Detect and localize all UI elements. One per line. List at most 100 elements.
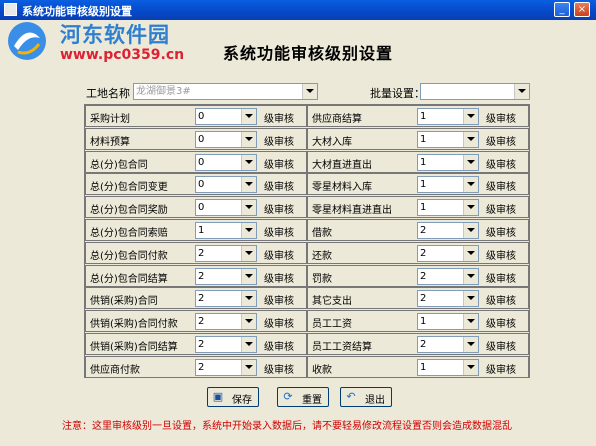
audit-item-name: 大材直进直出 <box>312 159 372 171</box>
audit-row: 大材入库 1 级审核 <box>307 127 529 150</box>
title-bar[interactable]: 系统功能审核级别设置 _ × <box>0 0 596 20</box>
audit-row: 总(分)包合同变更 0 级审核 <box>85 173 307 196</box>
refresh-icon: ⟳ <box>283 390 293 403</box>
audit-level-select[interactable]: 1 <box>195 222 257 239</box>
audit-level-select[interactable]: 2 <box>195 358 257 376</box>
window-title: 系统功能审核级别设置 <box>22 5 132 18</box>
chevron-down-icon[interactable] <box>241 200 256 216</box>
audit-level-select[interactable]: 1 <box>417 108 479 125</box>
chevron-down-icon[interactable] <box>241 177 256 193</box>
audit-row: 其它支出 2 级审核 <box>307 287 529 310</box>
audit-row: 大材直进直出 1 级审核 <box>307 150 529 173</box>
audit-level-value: 2 <box>198 316 205 328</box>
chevron-down-icon[interactable] <box>463 314 478 330</box>
audit-level-select[interactable]: 0 <box>195 108 257 125</box>
audit-row: 采购计划 0 级审核 <box>85 105 307 127</box>
chevron-down-icon[interactable] <box>241 268 256 284</box>
audit-level-select[interactable]: 2 <box>195 336 257 353</box>
audit-row: 还款 2 级审核 <box>307 241 529 264</box>
audit-unit-label: 级审核 <box>486 319 516 331</box>
audit-level-value: 0 <box>198 156 205 168</box>
exit-button[interactable]: ↶ 退出 <box>340 387 392 407</box>
audit-level-select[interactable]: 2 <box>195 290 257 308</box>
chevron-down-icon[interactable] <box>463 109 478 124</box>
audit-level-select[interactable]: 1 <box>417 358 479 376</box>
audit-row: 总(分)包合同付款 2 级审核 <box>85 241 307 264</box>
minimize-button[interactable]: _ <box>554 2 570 17</box>
chevron-down-icon[interactable] <box>241 337 256 352</box>
chevron-down-icon[interactable] <box>463 245 478 261</box>
audit-item-name: 总(分)包合同奖励 <box>90 205 168 217</box>
audit-level-select[interactable]: 0 <box>195 199 257 217</box>
exit-button-label: 退出 <box>365 395 385 406</box>
close-button[interactable]: × <box>574 2 590 17</box>
audit-level-value: 0 <box>198 111 205 122</box>
chevron-down-icon[interactable] <box>463 131 478 147</box>
app-icon <box>4 3 17 16</box>
audit-level-select[interactable]: 0 <box>195 176 257 194</box>
chevron-down-icon[interactable] <box>241 131 256 147</box>
chevron-down-icon[interactable] <box>241 314 256 330</box>
audit-row: 员工工资结算 2 级审核 <box>307 333 529 355</box>
chevron-down-icon[interactable] <box>463 359 478 375</box>
audit-unit-label: 级审核 <box>486 250 516 262</box>
chevron-down-icon[interactable] <box>463 154 478 170</box>
audit-row: 借款 2 级审核 <box>307 219 529 241</box>
chevron-down-icon[interactable] <box>241 154 256 170</box>
audit-level-select[interactable]: 2 <box>417 222 479 239</box>
audit-item-name: 零星材料直进直出 <box>312 205 392 217</box>
audit-row: 材料预算 0 级审核 <box>85 127 307 150</box>
chevron-down-icon[interactable] <box>241 109 256 124</box>
site-select[interactable]: 龙湖御景3# <box>133 83 318 100</box>
reset-button[interactable]: ⟳ 重置 <box>277 387 329 407</box>
audit-level-value: 1 <box>198 225 205 236</box>
audit-level-select[interactable]: 1 <box>417 313 479 331</box>
audit-unit-label: 级审核 <box>486 136 516 148</box>
reset-button-label: 重置 <box>302 395 322 406</box>
chevron-down-icon[interactable] <box>463 200 478 216</box>
audit-level-value: 2 <box>420 293 427 305</box>
audit-level-value: 2 <box>198 339 205 350</box>
page-title: 系统功能审核级别设置 <box>222 44 393 63</box>
audit-item-name: 采购计划 <box>90 114 130 125</box>
chevron-down-icon[interactable] <box>463 177 478 193</box>
audit-item-name: 供销(采购)合同结算 <box>90 342 178 353</box>
audit-level-value: 1 <box>420 111 427 122</box>
save-button[interactable]: ▣ 保存 <box>207 387 259 407</box>
chevron-down-icon[interactable] <box>463 291 478 307</box>
audit-item-name: 总(分)包合同 <box>90 159 148 171</box>
audit-level-select[interactable]: 1 <box>417 176 479 194</box>
audit-unit-label: 级审核 <box>486 205 516 217</box>
audit-level-select[interactable]: 2 <box>195 244 257 262</box>
audit-level-select[interactable]: 0 <box>195 130 257 148</box>
chevron-down-icon[interactable] <box>241 223 256 238</box>
batch-select[interactable] <box>420 83 530 100</box>
audit-level-select[interactable]: 2 <box>195 267 257 285</box>
chevron-down-icon[interactable] <box>514 84 529 99</box>
audit-unit-label: 级审核 <box>264 159 294 171</box>
audit-level-select[interactable]: 2 <box>417 267 479 285</box>
chevron-down-icon[interactable] <box>241 291 256 307</box>
chevron-down-icon[interactable] <box>241 245 256 261</box>
dialog-window: 系统功能审核级别设置 _ × 河东软件园 www.pc0359.cn 系统功能审… <box>0 0 596 446</box>
audit-level-value: 0 <box>198 133 205 145</box>
audit-level-select[interactable]: 0 <box>195 153 257 171</box>
chevron-down-icon[interactable] <box>463 337 478 352</box>
audit-unit-label: 级审核 <box>264 319 294 331</box>
audit-unit-label: 级审核 <box>264 205 294 217</box>
audit-row: 供销(采购)合同结算 2 级审核 <box>85 333 307 355</box>
audit-level-select[interactable]: 2 <box>417 244 479 262</box>
chevron-down-icon[interactable] <box>302 84 317 99</box>
chevron-down-icon[interactable] <box>463 268 478 284</box>
audit-level-select[interactable]: 1 <box>417 199 479 217</box>
save-icon: ▣ <box>212 390 224 403</box>
audit-level-value: 1 <box>420 133 427 145</box>
audit-level-select[interactable]: 2 <box>417 336 479 353</box>
audit-level-select[interactable]: 1 <box>417 153 479 171</box>
audit-level-select[interactable]: 1 <box>417 130 479 148</box>
chevron-down-icon[interactable] <box>241 359 256 375</box>
audit-level-select[interactable]: 2 <box>417 290 479 308</box>
chevron-down-icon[interactable] <box>463 223 478 238</box>
audit-row: 员工工资 1 级审核 <box>307 310 529 333</box>
audit-level-select[interactable]: 2 <box>195 313 257 331</box>
